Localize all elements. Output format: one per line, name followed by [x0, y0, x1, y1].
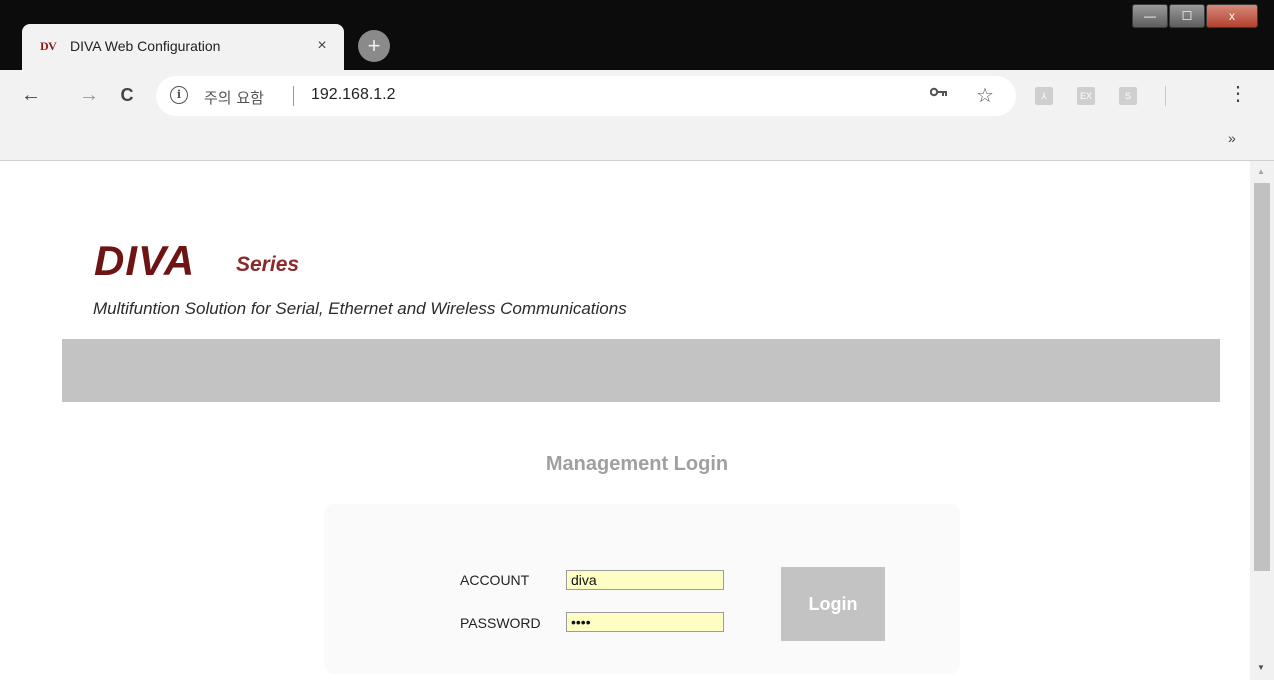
browser-tab[interactable]: DV DIVA Web Configuration ×	[22, 24, 344, 70]
tab-close-icon[interactable]: ×	[312, 36, 332, 56]
bookmarks-overflow-icon[interactable]: »	[1228, 130, 1236, 146]
tab-favicon-icon: DV	[40, 39, 57, 53]
url-text[interactable]: 192.168.1.2	[311, 86, 396, 104]
account-label: ACCOUNT	[460, 572, 530, 588]
forward-button[interactable]: →	[76, 82, 102, 108]
menu-bar	[62, 339, 1220, 402]
pdf-extension-icon[interactable]: ⅄	[1035, 87, 1053, 105]
scroll-thumb[interactable]	[1254, 183, 1270, 571]
tab-title: DIVA Web Configuration	[70, 38, 221, 54]
page-viewport: DIVA Series Multifuntion Solution for Se…	[0, 161, 1274, 680]
browser-titlebar: DV DIVA Web Configuration × + — ☐ x	[0, 0, 1274, 70]
star-icon[interactable]: ☆	[976, 83, 994, 108]
window-controls: — ☐ x	[1131, 4, 1258, 28]
password-input[interactable]	[566, 612, 724, 632]
login-panel: ACCOUNT PASSWORD Login	[324, 504, 960, 674]
brand-tagline: Multifuntion Solution for Serial, Ethern…	[93, 299, 627, 318]
bookmarks-bar: »	[0, 122, 1274, 161]
menu-icon[interactable]: ⋮	[1228, 81, 1248, 106]
new-tab-button[interactable]: +	[358, 30, 390, 62]
back-button[interactable]: ←	[18, 82, 44, 108]
vertical-scrollbar[interactable]: ▲ ▼	[1250, 161, 1274, 680]
s-extension-icon[interactable]: S	[1119, 87, 1137, 105]
minimize-button[interactable]: —	[1132, 4, 1168, 28]
url-divider	[293, 86, 294, 106]
account-input[interactable]	[566, 570, 724, 590]
maximize-button[interactable]: ☐	[1169, 4, 1205, 28]
scroll-up-icon[interactable]: ▲	[1257, 167, 1265, 176]
address-bar[interactable]: i 주의 요함 192.168.1.2 ☆	[156, 76, 1016, 116]
security-label[interactable]: 주의 요함	[204, 87, 264, 108]
brand-series: Series	[236, 253, 300, 276]
login-button[interactable]: Login	[781, 567, 885, 641]
close-window-button[interactable]: x	[1206, 4, 1258, 28]
browser-toolbar: ← → C i 주의 요함 192.168.1.2 ☆ ⅄ EX S ⋮	[0, 70, 1274, 122]
password-label: PASSWORD	[460, 615, 541, 631]
info-icon[interactable]: i	[170, 86, 188, 104]
excel-extension-icon[interactable]: EX	[1077, 87, 1095, 105]
brand-logo: DIVA	[94, 237, 196, 284]
reload-button[interactable]: C	[114, 82, 140, 108]
key-icon[interactable]	[929, 85, 948, 103]
login-heading: Management Login	[545, 453, 729, 475]
toolbar-divider	[1165, 86, 1166, 106]
scroll-down-icon[interactable]: ▼	[1257, 663, 1265, 672]
